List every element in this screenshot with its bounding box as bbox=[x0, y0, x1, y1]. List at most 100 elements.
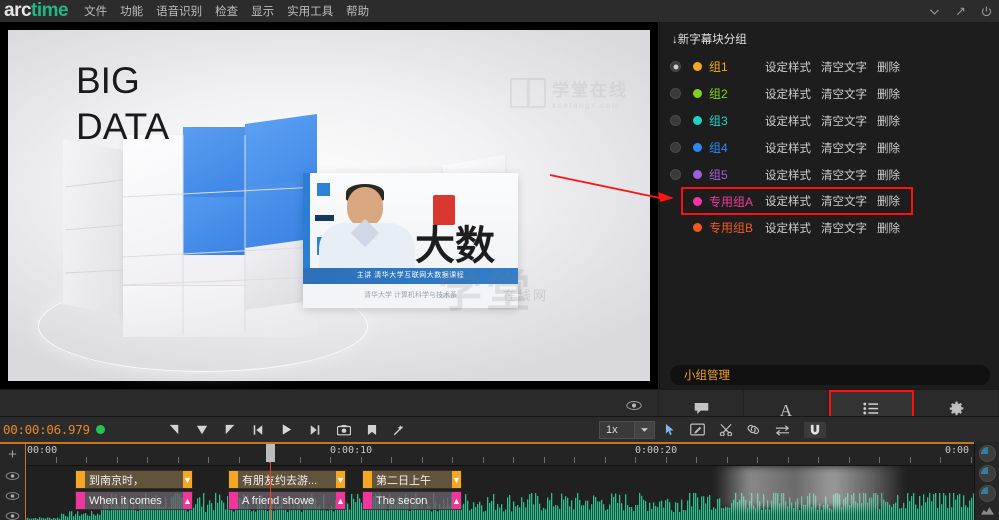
bookmark-button[interactable] bbox=[367, 424, 377, 436]
playback-speed-selector[interactable]: 1x bbox=[599, 421, 655, 439]
chevron-down-icon[interactable] bbox=[928, 5, 941, 18]
swap-tool[interactable] bbox=[775, 424, 790, 436]
menu-tools[interactable]: 实用工具 bbox=[287, 3, 333, 19]
subtitle-start-handle[interactable] bbox=[363, 471, 372, 488]
track-visibility-audio[interactable] bbox=[0, 506, 25, 520]
chevron-down-icon[interactable] bbox=[634, 422, 654, 438]
menu-function[interactable]: 功能 bbox=[120, 3, 143, 19]
waveform-icon[interactable] bbox=[979, 504, 996, 516]
group-delete-button-2[interactable]: 删除 bbox=[877, 86, 900, 102]
ruler-tick bbox=[421, 457, 423, 463]
maximize-icon[interactable] bbox=[954, 5, 967, 18]
group-row-5[interactable]: 组5 设定样式 清空文字 删除 bbox=[660, 161, 999, 188]
menu-help[interactable]: 帮助 bbox=[346, 3, 369, 19]
group-delete-button-1[interactable]: 删除 bbox=[877, 59, 900, 75]
snapshot-button[interactable] bbox=[336, 424, 351, 436]
track-visibility-cn[interactable] bbox=[0, 466, 25, 486]
xuetangx-watermark: 学堂在线 xuetangx.com bbox=[510, 70, 655, 116]
group-row-7[interactable]: 专用组B 设定样式 清空文字 删除 bbox=[660, 214, 999, 241]
group-name-4: 组4 bbox=[709, 141, 728, 155]
zoom-knob-1[interactable] bbox=[978, 445, 996, 462]
timeline-tracks[interactable]: 到南京时， ▼ 有朋友约去游... ▼ 第二日上午 ▼ When it comes ▲ A f… bbox=[25, 466, 974, 520]
menu-check[interactable]: 检查 bbox=[215, 3, 238, 19]
zoom-knob-2[interactable] bbox=[978, 465, 996, 482]
magnet-tool[interactable] bbox=[804, 421, 826, 438]
link-tool[interactable] bbox=[747, 423, 761, 436]
subtitle-block-cn-2[interactable]: 有朋友约去游... ▼ bbox=[228, 470, 346, 489]
eye-icon[interactable] bbox=[626, 398, 642, 410]
group-radio-1[interactable] bbox=[670, 61, 681, 72]
group-delete-button-6[interactable]: 删除 bbox=[877, 193, 900, 209]
timeline[interactable]: + 00:00 0:00:10 0:00:20 0:00 到南京时， ▼ 有朋友约去游..… bbox=[0, 442, 999, 520]
subtitle-end-handle[interactable]: ▲ bbox=[183, 492, 192, 509]
big-data-cube-graphic bbox=[63, 113, 318, 337]
subtitle-start-handle[interactable] bbox=[76, 471, 85, 488]
timeline-ruler[interactable]: 00:00 0:00:10 0:00:20 0:00 bbox=[25, 444, 974, 466]
next-frame-button[interactable] bbox=[309, 424, 321, 436]
group-set-style-button-7[interactable]: 设定样式 bbox=[765, 220, 811, 236]
group-delete-button-4[interactable]: 删除 bbox=[877, 140, 900, 156]
group-set-style-button-6[interactable]: 设定样式 bbox=[765, 193, 811, 209]
group-radio-2[interactable] bbox=[670, 88, 681, 99]
group-radio-5[interactable] bbox=[670, 169, 681, 180]
play-button[interactable] bbox=[280, 423, 293, 436]
group-set-style-button-3[interactable]: 设定样式 bbox=[765, 113, 811, 129]
group-row-6[interactable]: 专用组A 设定样式 清空文字 删除 bbox=[681, 187, 913, 215]
subtitle-end-handle[interactable]: ▲ bbox=[452, 492, 461, 509]
group-delete-button-3[interactable]: 删除 bbox=[877, 113, 900, 129]
subtitle-block-en-1[interactable]: When it comes ▲ bbox=[75, 491, 193, 510]
group-radio-3[interactable] bbox=[670, 115, 681, 126]
ruler-tick bbox=[86, 457, 87, 463]
group-clear-text-button-7[interactable]: 清空文字 bbox=[821, 220, 867, 236]
subtitle-start-handle[interactable] bbox=[363, 492, 372, 509]
zoom-knob-3[interactable] bbox=[978, 485, 996, 502]
subtitle-end-handle[interactable]: ▼ bbox=[336, 471, 345, 488]
subtitle-start-handle[interactable] bbox=[76, 492, 85, 509]
book-icon bbox=[510, 78, 546, 108]
group-set-style-button-4[interactable]: 设定样式 bbox=[765, 140, 811, 156]
subtitle-end-handle[interactable]: ▲ bbox=[336, 492, 345, 509]
cut-tool[interactable] bbox=[719, 423, 733, 436]
subtitle-block-cn-1[interactable]: 到南京时， ▼ bbox=[75, 470, 193, 489]
group-delete-button-7[interactable]: 删除 bbox=[877, 220, 900, 236]
group-row-3[interactable]: 组3 设定样式 清空文字 删除 bbox=[660, 107, 999, 134]
set-marker-button[interactable] bbox=[196, 424, 208, 436]
menu-speech-recognition[interactable]: 语音识别 bbox=[156, 3, 202, 19]
subtitle-block-cn-3[interactable]: 第二日上午 ▼ bbox=[362, 470, 462, 489]
edit-tool[interactable] bbox=[690, 423, 705, 436]
track-visibility-en[interactable] bbox=[0, 486, 25, 506]
group-clear-text-button-2[interactable]: 清空文字 bbox=[821, 86, 867, 102]
playhead-handle[interactable] bbox=[266, 444, 275, 462]
set-end-marker-button[interactable] bbox=[224, 424, 236, 436]
group-manage-bar[interactable]: 小组管理 bbox=[670, 365, 990, 385]
subtitle-block-en-2[interactable]: A friend showe ▲ bbox=[228, 491, 346, 510]
set-start-marker-button[interactable] bbox=[168, 424, 180, 436]
group-clear-text-button-1[interactable]: 清空文字 bbox=[821, 59, 867, 75]
group-clear-text-button-3[interactable]: 清空文字 bbox=[821, 113, 867, 129]
subtitle-end-handle[interactable]: ▼ bbox=[452, 471, 461, 488]
plus-icon[interactable]: + bbox=[0, 444, 25, 466]
group-clear-text-button-5[interactable]: 清空文字 bbox=[821, 167, 867, 183]
subtitle-start-handle[interactable] bbox=[229, 492, 238, 509]
group-row-2[interactable]: 组2 设定样式 清空文字 删除 bbox=[660, 80, 999, 107]
subtitle-block-en-3[interactable]: The secon ▲ bbox=[362, 491, 462, 510]
group-row-4[interactable]: 组4 设定样式 清空文字 删除 bbox=[660, 134, 999, 161]
previous-frame-button[interactable] bbox=[252, 424, 264, 436]
group-set-style-button-2[interactable]: 设定样式 bbox=[765, 86, 811, 102]
power-icon[interactable] bbox=[980, 5, 993, 18]
subtitle-end-handle[interactable]: ▼ bbox=[183, 471, 192, 488]
menu-file[interactable]: 文件 bbox=[84, 3, 107, 19]
video-preview[interactable]: BIG DATA TA 大数 主讲 清华大学互联网大数据课程 清华大学 计算机科… bbox=[0, 22, 658, 389]
menu-display[interactable]: 显示 bbox=[251, 3, 274, 19]
select-tool[interactable] bbox=[665, 423, 676, 436]
subtitle-text: 有朋友约去游... bbox=[242, 474, 318, 487]
group-clear-text-button-6[interactable]: 清空文字 bbox=[821, 193, 867, 209]
group-delete-button-5[interactable]: 删除 bbox=[877, 167, 900, 183]
subtitle-start-handle[interactable] bbox=[229, 471, 238, 488]
group-set-style-button-5[interactable]: 设定样式 bbox=[765, 167, 811, 183]
group-row-1[interactable]: 组1 设定样式 清空文字 删除 bbox=[660, 53, 999, 80]
group-clear-text-button-4[interactable]: 清空文字 bbox=[821, 140, 867, 156]
group-set-style-button-1[interactable]: 设定样式 bbox=[765, 59, 811, 75]
group-radio-4[interactable] bbox=[670, 142, 681, 153]
magic-wand-button[interactable] bbox=[393, 424, 405, 436]
